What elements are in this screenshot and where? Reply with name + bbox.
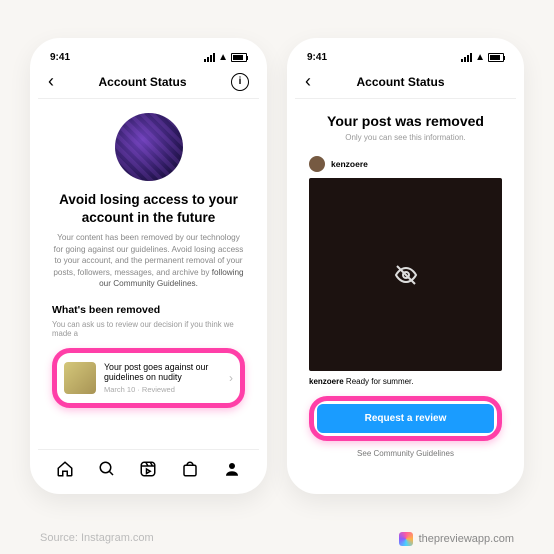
phone-left: 9:41 ▲ ‹ Account Status i Avoid losing a… [30, 38, 267, 494]
highlight-ring: Your post goes against our guidelines on… [52, 348, 245, 408]
profile-icon[interactable] [223, 460, 241, 478]
wifi-icon: ▲ [218, 52, 228, 63]
nav-bar: ‹ Account Status [295, 65, 516, 99]
headline: Avoid losing access to your account in t… [52, 191, 245, 226]
battery-icon [488, 53, 504, 62]
nav-title: Account Status [98, 75, 186, 89]
status-time: 9:41 [307, 52, 327, 63]
source-credit: Source: Instagram.com [40, 532, 154, 546]
request-review-button[interactable]: Request a review [317, 404, 494, 433]
row-meta: March 10 · Reviewed [104, 385, 221, 394]
removed-post-image [309, 178, 502, 371]
chevron-right-icon: › [229, 371, 233, 385]
battery-icon [231, 53, 247, 62]
status-icons: ▲ [204, 52, 247, 63]
page-subtitle: Only you can see this information. [309, 133, 502, 142]
search-icon[interactable] [98, 460, 116, 478]
info-icon[interactable]: i [231, 73, 249, 91]
home-icon[interactable] [56, 460, 74, 478]
wifi-icon: ▲ [475, 52, 485, 63]
footer: Source: Instagram.com thepreviewapp.com [0, 514, 554, 546]
row-title: Your post goes against our guidelines on… [104, 362, 221, 383]
tab-bar [38, 449, 259, 486]
username: kenzoere [331, 159, 368, 169]
back-button[interactable]: ‹ [48, 71, 54, 92]
section-subtext: You can ask us to review our decision if… [52, 320, 245, 338]
body-text: Your content has been removed by our tec… [52, 232, 245, 289]
phone-right: 9:41 ▲ ‹ Account Status Your post was re… [287, 38, 524, 494]
eye-off-icon [394, 263, 418, 287]
section-heading: What's been removed [52, 304, 245, 316]
reels-icon[interactable] [139, 460, 157, 478]
status-time: 9:41 [50, 52, 70, 63]
post-author-row[interactable]: kenzoere [309, 156, 502, 172]
avatar [309, 156, 325, 172]
page-title: Your post was removed [309, 113, 502, 129]
nav-bar: ‹ Account Status i [38, 65, 259, 99]
signal-icon [204, 53, 215, 62]
hero-image [115, 113, 183, 181]
highlight-ring: Request a review [309, 396, 502, 441]
post-caption: kenzoere Ready for summer. [309, 377, 502, 386]
post-thumbnail [64, 362, 96, 394]
signal-icon [461, 53, 472, 62]
brand-credit: thepreviewapp.com [399, 532, 514, 546]
status-icons: ▲ [461, 52, 504, 63]
shop-icon[interactable] [181, 460, 199, 478]
back-button[interactable]: ‹ [305, 71, 311, 92]
removed-post-row[interactable]: Your post goes against our guidelines on… [60, 356, 237, 400]
nav-title: Account Status [356, 75, 444, 89]
brand-icon [399, 532, 413, 546]
see-guidelines-link[interactable]: See Community Guidelines [309, 449, 502, 458]
